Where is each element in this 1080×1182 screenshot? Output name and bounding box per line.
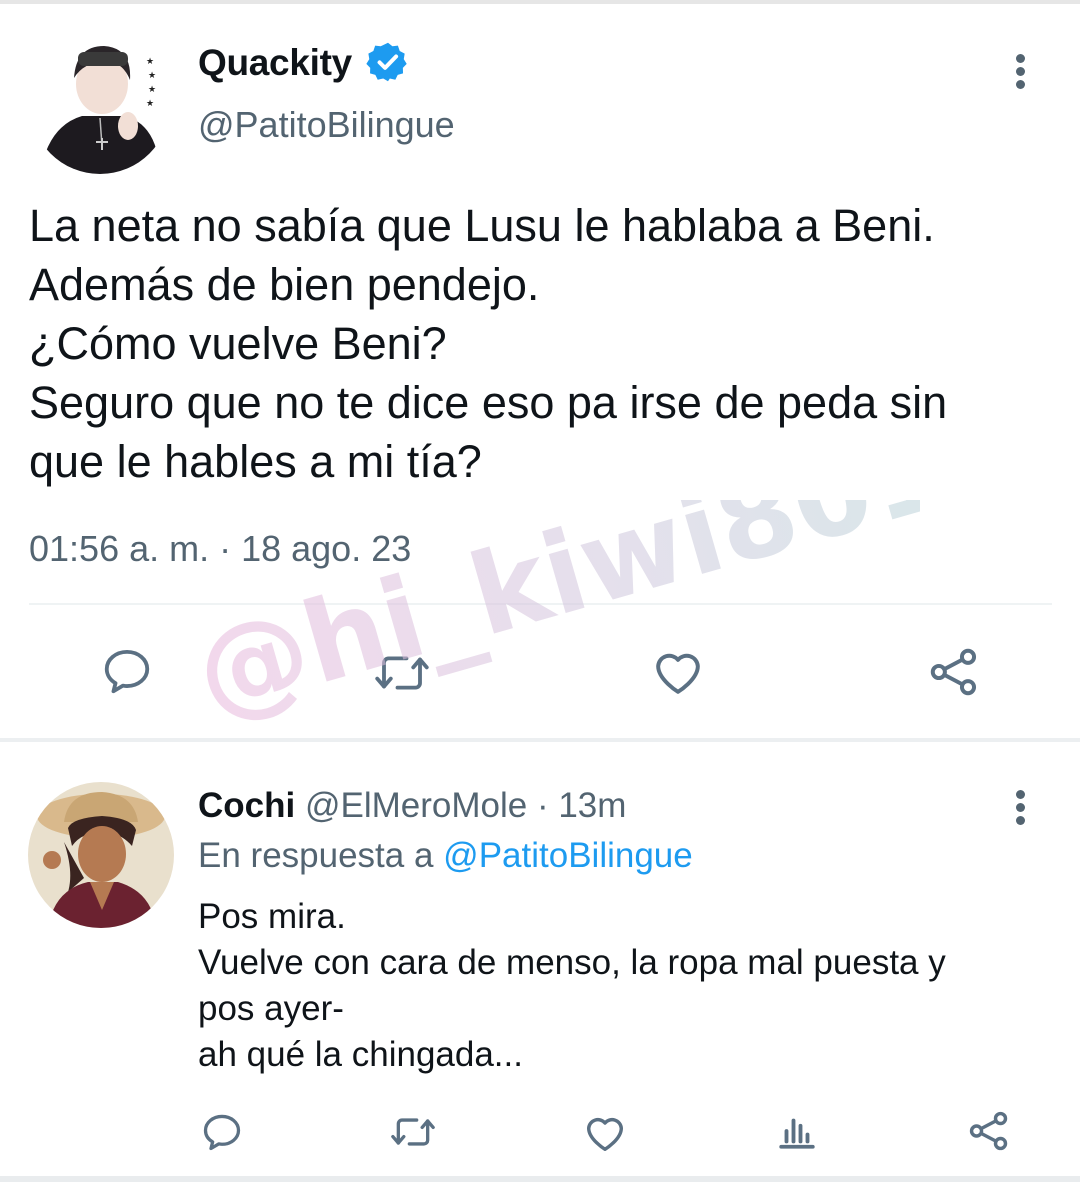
- mention-link[interactable]: @PatitoBilingue: [443, 836, 693, 875]
- reply-handle-time[interactable]: @ElMeroMole · 13m: [305, 786, 626, 825]
- views-icon[interactable]: [776, 1110, 818, 1152]
- svg-text:★: ★: [148, 70, 156, 80]
- replying-to: En respuesta a @PatitoBilingue: [198, 836, 693, 876]
- reply-text-line: ah qué la chingada...: [198, 1035, 523, 1074]
- tweet-text: La neta no sabía que Lusu le hablaba a B…: [29, 196, 1069, 491]
- reply-author-name[interactable]: Cochi: [198, 786, 295, 825]
- tweet-timestamp[interactable]: 01:56 a. m. · 18 ago. 23: [29, 528, 411, 570]
- retweet-icon[interactable]: [388, 1110, 438, 1154]
- reply-text-line: Pos mira.: [198, 897, 346, 936]
- reply-icon[interactable]: [200, 1110, 244, 1154]
- more-options-icon[interactable]: [1016, 54, 1026, 92]
- tweet-text-line: Además de bien pendejo.: [29, 259, 540, 310]
- tweet-text-line: Seguro que no te dice eso pa irse de ped…: [29, 377, 948, 428]
- tweet-text-line: que le hables a mi tía?: [29, 436, 482, 487]
- replying-to-label: En respuesta a: [198, 836, 434, 875]
- reply-text-line: Vuelve con cara de menso, la ropa mal pu…: [198, 943, 946, 982]
- author-name[interactable]: Quackity: [198, 42, 352, 84]
- retweet-icon[interactable]: [372, 646, 432, 700]
- svg-text:★: ★: [146, 98, 154, 108]
- tweet-text-line: ¿Cómo vuelve Beni?: [29, 318, 447, 369]
- reply-text-line: pos ayer-: [198, 989, 344, 1028]
- like-icon[interactable]: [582, 1110, 628, 1156]
- top-divider: [0, 0, 1080, 4]
- svg-text:★: ★: [148, 84, 156, 94]
- share-icon[interactable]: [966, 1108, 1012, 1154]
- share-icon[interactable]: [926, 644, 982, 700]
- author-handle[interactable]: @PatitoBilingue: [198, 104, 455, 146]
- tweet-text-line: La neta no sabía que Lusu le hablaba a B…: [29, 200, 935, 251]
- tweet-separator: [0, 738, 1080, 742]
- like-icon[interactable]: [650, 644, 706, 700]
- reply-header: Cochi @ElMeroMole · 13m: [198, 786, 626, 826]
- svg-text:★: ★: [146, 56, 154, 66]
- verified-badge-icon: [366, 40, 410, 84]
- bottom-divider: [0, 1176, 1080, 1182]
- more-options-icon[interactable]: [1016, 790, 1026, 828]
- divider: [29, 603, 1052, 605]
- avatar-cochi[interactable]: [28, 782, 174, 928]
- reply-icon[interactable]: [100, 644, 154, 698]
- reply-text: Pos mira. Vuelve con cara de menso, la r…: [198, 894, 1058, 1078]
- avatar-quackity[interactable]: ★ ★ ★ ★: [30, 34, 170, 174]
